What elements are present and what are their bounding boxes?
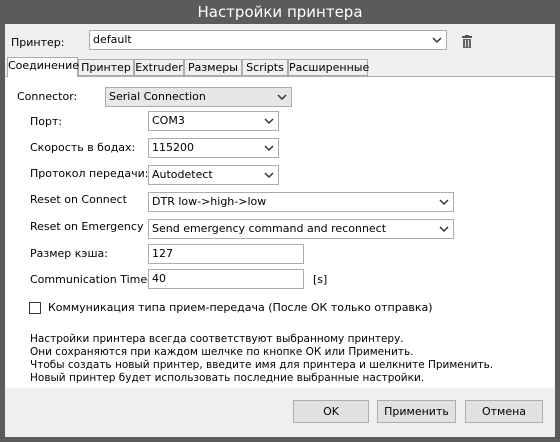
chevron-down-icon <box>439 199 449 206</box>
trash-icon[interactable] <box>461 35 473 48</box>
printer-label: Принтер: <box>11 36 65 49</box>
window-title: Настройки принтера <box>0 0 560 24</box>
chevron-down-icon <box>264 145 274 152</box>
timeout-input[interactable]: 40 <box>148 269 304 289</box>
apply-button[interactable]: Применить <box>377 400 456 423</box>
pingpong-checkbox[interactable] <box>29 302 41 314</box>
cache-size-value: 127 <box>152 247 173 260</box>
ok-button[interactable]: OK <box>293 400 369 423</box>
baud-value: 115200 <box>152 141 194 154</box>
port-label: Порт: <box>30 115 63 128</box>
reset-connect-value: DTR low->high->low <box>152 195 267 208</box>
reset-emergency-select[interactable]: Send emergency command and reconnect <box>148 219 454 239</box>
cache-size-input[interactable]: 127 <box>148 244 304 264</box>
protocol-select[interactable]: Autodetect <box>148 165 279 185</box>
cancel-button[interactable]: Отмена <box>465 400 543 423</box>
baud-select[interactable]: 115200 <box>148 138 279 158</box>
timeout-unit: [s] <box>313 273 328 286</box>
tab-advanced[interactable]: Расширенные <box>288 59 369 76</box>
printer-select-value: default <box>93 33 132 46</box>
connector-label: Connector: <box>17 90 78 103</box>
reset-connect-label: Reset on Connect <box>30 193 127 206</box>
pingpong-label[interactable]: Коммуникация типа прием-передача (После … <box>48 301 433 315</box>
printer-select[interactable]: default <box>89 30 447 50</box>
tab-printer[interactable]: Принтер <box>78 59 134 76</box>
chevron-down-icon <box>439 226 449 233</box>
chevron-down-icon <box>432 37 442 44</box>
chevron-down-icon <box>264 118 274 125</box>
tab-connection[interactable]: Соединение <box>7 57 79 77</box>
port-select[interactable]: COM3 <box>148 111 279 131</box>
info-line-2: Они сохраняются при каждом шелчке по кно… <box>30 346 414 358</box>
protocol-label: Протокол передачи: <box>30 167 149 180</box>
chevron-down-icon <box>277 94 287 101</box>
tab-scripts[interactable]: Scripts <box>242 59 288 76</box>
connection-panel: Connector: Serial Connection Порт: COM3 … <box>5 76 555 388</box>
reset-emergency-value: Send emergency command and reconnect <box>152 222 387 235</box>
info-line-1: Настройки принтера всегда соответствуют … <box>30 333 404 345</box>
timeout-value: 40 <box>152 272 166 285</box>
baud-label: Скорость в бодах: <box>30 141 136 154</box>
cache-label: Размер кэша: <box>30 247 108 260</box>
tab-dimensions[interactable]: Размеры <box>184 59 242 76</box>
tab-extruder[interactable]: Extruder <box>134 59 184 76</box>
connector-value: Serial Connection <box>109 90 206 103</box>
info-line-4: Новый принтер будет использовать последн… <box>30 372 425 384</box>
protocol-value: Autodetect <box>152 168 213 181</box>
printer-settings-dialog: Принтер: default Соединение Принтер Extr… <box>5 24 555 437</box>
connector-select[interactable]: Serial Connection <box>105 87 292 107</box>
reset-emergency-label: Reset on Emergency <box>30 220 144 233</box>
port-value: COM3 <box>152 114 185 127</box>
chevron-down-icon <box>264 172 274 179</box>
info-line-3: Чтобы создать новый принтер, введите имя… <box>30 359 494 371</box>
reset-connect-select[interactable]: DTR low->high->low <box>148 192 454 212</box>
